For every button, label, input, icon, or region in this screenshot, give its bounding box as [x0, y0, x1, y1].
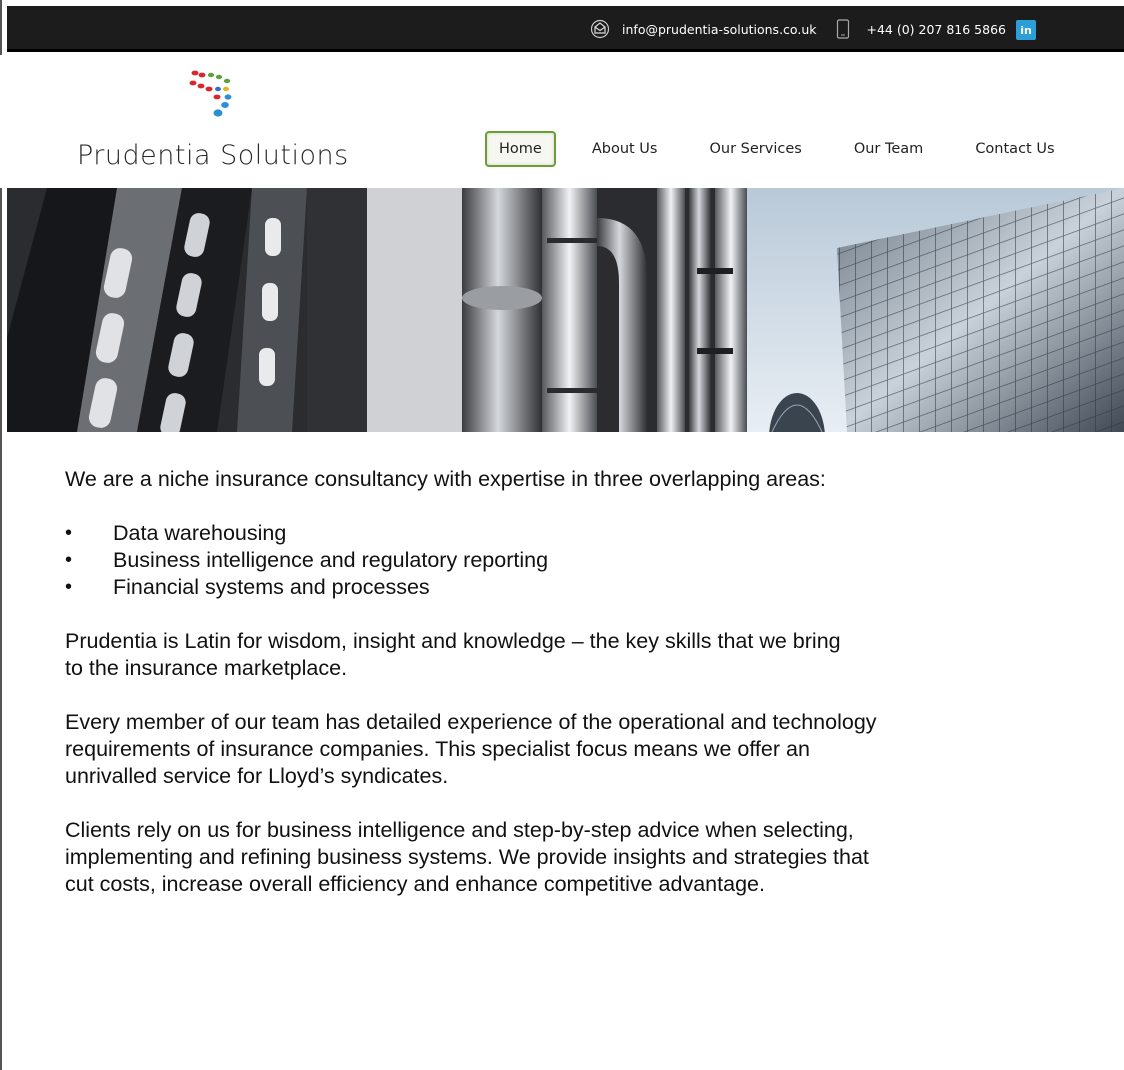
intro-paragraph: We are a niche insurance consultancy wit… — [65, 467, 826, 491]
linkedin-icon[interactable]: in — [1016, 20, 1036, 40]
paragraph-line: to the insurance marketplace. — [65, 656, 348, 680]
paragraph-line: requirements of insurance companies. Thi… — [65, 737, 810, 761]
nav-item-about-us[interactable]: About Us — [578, 131, 672, 167]
prudentia-meaning-paragraph: Prudentia is Latin for wisdom, insight a… — [65, 628, 1085, 682]
paragraph-line: Prudentia is Latin for wisdom, insight a… — [65, 629, 841, 653]
envelope-icon — [590, 19, 610, 39]
logo-dots-icon — [189, 70, 232, 117]
list-item: Business intelligence and regulatory rep… — [65, 547, 1085, 574]
list-item: Financial systems and processes — [65, 574, 1085, 601]
clients-paragraph: Clients rely on us for business intellig… — [65, 817, 1085, 898]
site-header: Prudentia Solutions Home About Us Our Se… — [0, 55, 1124, 188]
nav-item-our-services[interactable]: Our Services — [695, 131, 815, 167]
hero-banner-image — [7, 188, 1124, 432]
phone-number: +44 (0) 207 816 5866 — [866, 21, 1006, 37]
brand-logo[interactable]: Prudentia Solutions — [77, 67, 397, 177]
expertise-list: Data warehousing Business intelligence a… — [65, 520, 1085, 601]
nav-item-our-team[interactable]: Our Team — [840, 131, 938, 167]
mobile-phone-icon — [836, 19, 850, 39]
top-contact-bar: info@prudentia-solutions.co.uk +44 (0) 2… — [7, 6, 1124, 52]
nav-item-contact-us[interactable]: Contact Us — [961, 131, 1068, 167]
paragraph-line: implementing and refining business syste… — [65, 845, 869, 869]
team-experience-paragraph: Every member of our team has detailed ex… — [65, 709, 1085, 790]
main-content: We are a niche insurance consultancy wit… — [65, 466, 1085, 925]
email-link[interactable]: info@prudentia-solutions.co.uk — [622, 22, 816, 37]
contact-info: info@prudentia-solutions.co.uk +44 (0) 2… — [590, 6, 1006, 52]
brand-name: Prudentia Solutions — [77, 140, 349, 171]
paragraph-line: Every member of our team has detailed ex… — [65, 710, 877, 734]
main-navigation: Home About Us Our Services Our Team Cont… — [485, 131, 1069, 167]
paragraph-line: cut costs, increase overall efficiency a… — [65, 872, 765, 896]
paragraph-line: unrivalled service for Lloyd’s syndicate… — [65, 764, 449, 788]
paragraph-line: Clients rely on us for business intellig… — [65, 818, 854, 842]
nav-item-home[interactable]: Home — [485, 131, 556, 167]
list-item: Data warehousing — [65, 520, 1085, 547]
